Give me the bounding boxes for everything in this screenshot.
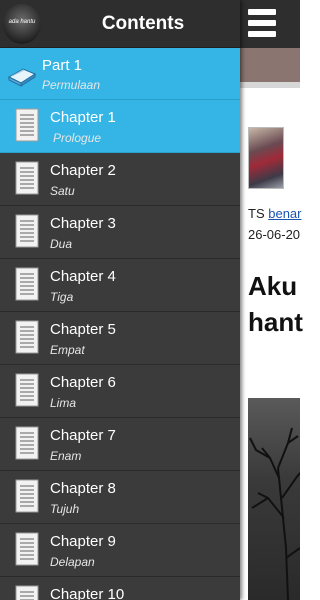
chapter-title: Chapter 5 [50, 321, 116, 338]
document-icon [15, 532, 39, 566]
document-icon [15, 373, 39, 407]
author-link[interactable]: benar [268, 206, 301, 221]
chapter-title: Chapter 8 [50, 480, 116, 497]
contents-list: Part 1 Permulaan Chapter 1 Prologue Chap… [0, 48, 240, 600]
document-icon [15, 585, 39, 600]
chapter-subtitle: Empat [50, 343, 85, 357]
chapter-subtitle: Enam [50, 449, 82, 463]
chapter-item-10[interactable]: Chapter 10 [0, 577, 240, 600]
chapter-title: Chapter 2 [50, 162, 116, 179]
chapter-item-3[interactable]: Chapter 3 Dua [0, 206, 240, 259]
chapter-subtitle: Delapan [50, 555, 95, 569]
author-avatar[interactable] [248, 127, 284, 189]
article-image [248, 398, 300, 600]
document-icon [15, 320, 39, 354]
chapter-item-6[interactable]: Chapter 6 Lima [0, 365, 240, 418]
article-headline: Aku hant [248, 271, 303, 337]
chapter-item-2[interactable]: Chapter 2 Satu [0, 153, 240, 206]
chapter-subtitle: Lima [50, 396, 77, 410]
chapter-subtitle: Prologue [53, 131, 102, 145]
chapter-item-7[interactable]: Chapter 7 Enam [0, 418, 240, 471]
chapter-item-1[interactable]: Chapter 1 Prologue [0, 100, 240, 153]
chapter-item-5[interactable]: Chapter 5 Empat [0, 312, 240, 365]
document-icon [15, 267, 39, 301]
part-item[interactable]: Part 1 Permulaan [0, 48, 240, 100]
chapter-title: Chapter 4 [50, 268, 116, 285]
article-author: TS benar [248, 206, 302, 221]
book-icon [7, 68, 37, 87]
drawer-title: Contents [101, 13, 185, 34]
chapter-subtitle: Dua [50, 237, 73, 251]
logo-text: ada hantu [8, 19, 36, 25]
chapter-title: Chapter 3 [50, 215, 116, 232]
drawer-header: ada hantu Contents [0, 0, 240, 48]
chapter-title: Chapter 9 [50, 533, 116, 550]
chapter-title: Chapter 6 [50, 374, 116, 391]
document-icon [15, 214, 39, 248]
document-icon [15, 479, 39, 513]
article-date: 26-06-20 [248, 227, 301, 242]
document-icon [15, 426, 39, 460]
chapter-item-4[interactable]: Chapter 4 Tiga [0, 259, 240, 312]
app-logo: ada hantu [3, 4, 41, 44]
part-title: Part 1 [42, 57, 83, 74]
part-subtitle: Permulaan [42, 78, 101, 92]
divider [240, 82, 300, 88]
chapter-subtitle: Tiga [50, 290, 74, 304]
chapter-item-9[interactable]: Chapter 9 Delapan [0, 524, 240, 577]
navigation-drawer: ada hantu Contents Part 1 Permulaan Chap… [0, 0, 240, 600]
chapter-item-8[interactable]: Chapter 8 Tujuh [0, 471, 240, 524]
chapter-subtitle: Satu [50, 184, 75, 198]
document-icon [15, 161, 39, 195]
chapter-title: Chapter 10 [50, 586, 125, 600]
chapter-title: Chapter 7 [50, 427, 116, 444]
hamburger-icon[interactable] [248, 6, 276, 40]
chapter-subtitle: Tujuh [50, 502, 80, 516]
chapter-title: Chapter 1 [50, 109, 116, 126]
document-icon [15, 108, 39, 142]
article-banner [240, 48, 300, 82]
